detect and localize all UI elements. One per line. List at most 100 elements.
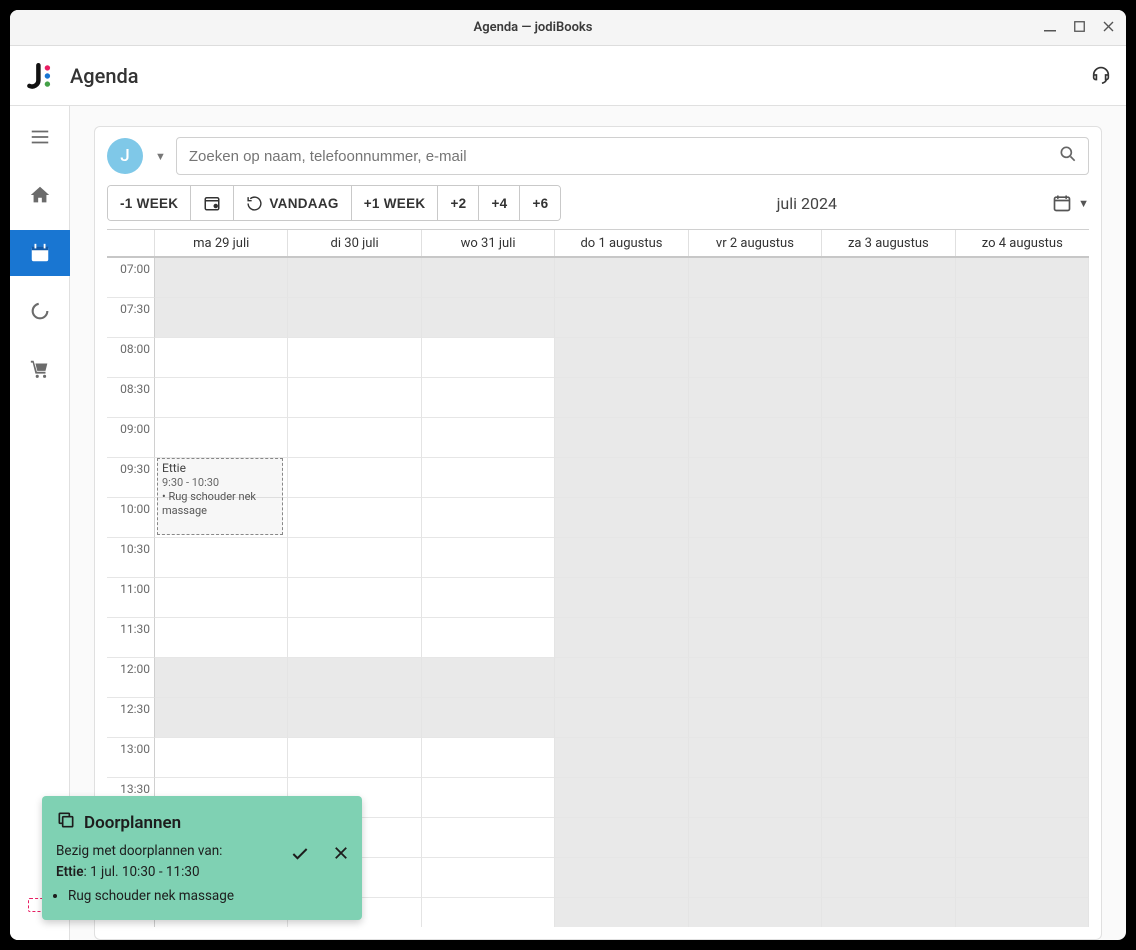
calendar-cell[interactable]: [555, 338, 688, 378]
calendar-cell[interactable]: [956, 338, 1089, 378]
calendar-cell[interactable]: [555, 618, 688, 658]
calendar-cell[interactable]: [288, 418, 421, 458]
calendar-cell[interactable]: [956, 498, 1089, 538]
calendar-cell[interactable]: [288, 578, 421, 618]
calendar-cell[interactable]: [555, 458, 688, 498]
calendar-cell[interactable]: [822, 458, 955, 498]
calendar-cell[interactable]: [422, 738, 555, 778]
calendar-cell[interactable]: [422, 418, 555, 458]
calendar-cell[interactable]: [422, 458, 555, 498]
calendar-cell[interactable]: [956, 898, 1089, 927]
calendar-cell[interactable]: [555, 258, 688, 298]
calendar-cell[interactable]: [155, 378, 288, 418]
calendar-cell[interactable]: [288, 538, 421, 578]
calendar-cell[interactable]: [822, 738, 955, 778]
calendar-cell[interactable]: [422, 778, 555, 818]
calendar-cell[interactable]: [288, 298, 421, 338]
calendar-cell[interactable]: [689, 578, 822, 618]
plus6-button[interactable]: +6: [520, 186, 560, 220]
calendar-cell[interactable]: [689, 698, 822, 738]
calendar-cell[interactable]: [689, 658, 822, 698]
calendar-cell[interactable]: [956, 298, 1089, 338]
calendar-cell[interactable]: [288, 258, 421, 298]
calendar-cell[interactable]: [822, 418, 955, 458]
calendar-cell[interactable]: [288, 378, 421, 418]
calendar-cell[interactable]: [555, 698, 688, 738]
calendar-cell[interactable]: [555, 778, 688, 818]
calendar-cell[interactable]: [422, 258, 555, 298]
calendar-cell[interactable]: [422, 298, 555, 338]
calendar-icon[interactable]: [10, 230, 70, 276]
calendar-cell[interactable]: [822, 778, 955, 818]
calendar-cell[interactable]: [689, 498, 822, 538]
calendar-cell[interactable]: [822, 578, 955, 618]
prev-week-button[interactable]: -1 WEEK: [108, 186, 191, 220]
calendar-cell[interactable]: [555, 498, 688, 538]
calendar-cell[interactable]: [956, 458, 1089, 498]
calendar-cell[interactable]: [422, 578, 555, 618]
calendar-cell[interactable]: [956, 738, 1089, 778]
calendar-cell[interactable]: [555, 898, 688, 927]
avatar[interactable]: J: [107, 138, 143, 174]
calendar-cell[interactable]: [422, 618, 555, 658]
calendar-cell[interactable]: [956, 658, 1089, 698]
calendar-cell[interactable]: [155, 658, 288, 698]
calendar-cell[interactable]: [956, 258, 1089, 298]
calendar-cell[interactable]: [422, 538, 555, 578]
support-icon[interactable]: [1090, 63, 1112, 89]
calendar-cell[interactable]: [288, 498, 421, 538]
avatar-dropdown-icon[interactable]: ▼: [155, 150, 166, 163]
calendar-cell[interactable]: [422, 658, 555, 698]
calendar-cell[interactable]: [155, 618, 288, 658]
calendar-cell[interactable]: [555, 418, 688, 458]
calendar-cell[interactable]: [956, 618, 1089, 658]
calendar-cell[interactable]: [822, 658, 955, 698]
calendar-cell[interactable]: [155, 578, 288, 618]
calendar-cell[interactable]: [956, 378, 1089, 418]
calendar-cell[interactable]: [288, 738, 421, 778]
calendar-cell[interactable]: [956, 858, 1089, 898]
calendar-cell[interactable]: [288, 338, 421, 378]
calendar-cell[interactable]: [689, 818, 822, 858]
plus4-button[interactable]: +4: [479, 186, 520, 220]
calendar-cell[interactable]: [822, 698, 955, 738]
today-button[interactable]: VANDAAG: [234, 186, 351, 220]
calendar-cell[interactable]: [689, 298, 822, 338]
calendar-cell[interactable]: [555, 818, 688, 858]
calendar-cell[interactable]: [822, 498, 955, 538]
calendar-cell[interactable]: [956, 818, 1089, 858]
hamburger-menu-icon[interactable]: [10, 114, 70, 160]
calendar-cell[interactable]: [155, 538, 288, 578]
calendar-cell[interactable]: [422, 378, 555, 418]
calendar-cell[interactable]: [288, 698, 421, 738]
calendar-cell[interactable]: [822, 538, 955, 578]
calendar-cell[interactable]: [956, 418, 1089, 458]
drag-event-ghost[interactable]: Ettie 9:30 - 10:30 • Rug schouder nek ma…: [157, 458, 283, 535]
calendar-cell[interactable]: [689, 778, 822, 818]
calendar-cell[interactable]: [422, 698, 555, 738]
calendar-cell[interactable]: [689, 858, 822, 898]
date-picker-button[interactable]: [191, 186, 234, 220]
toast-cancel-button[interactable]: [332, 844, 350, 869]
progress-icon[interactable]: [10, 288, 70, 334]
toast-confirm-button[interactable]: [290, 844, 310, 869]
calendar-cell[interactable]: [822, 258, 955, 298]
search-icon[interactable]: [1058, 144, 1078, 168]
calendar-cell[interactable]: [822, 618, 955, 658]
calendar-cell[interactable]: [155, 258, 288, 298]
plus2-button[interactable]: +2: [438, 186, 479, 220]
calendar-cell[interactable]: [555, 298, 688, 338]
calendar-cell[interactable]: [555, 578, 688, 618]
calendar-cell[interactable]: [822, 338, 955, 378]
calendar-cell[interactable]: [689, 418, 822, 458]
calendar-cell[interactable]: [956, 698, 1089, 738]
calendar-cell[interactable]: [689, 378, 822, 418]
calendar-cell[interactable]: [822, 298, 955, 338]
calendar-cell[interactable]: [956, 538, 1089, 578]
calendar-cell[interactable]: [689, 258, 822, 298]
calendar-cell[interactable]: [155, 418, 288, 458]
calendar-cell[interactable]: [555, 858, 688, 898]
calendar-cell[interactable]: [422, 818, 555, 858]
calendar-cell[interactable]: [422, 858, 555, 898]
calendar-cell[interactable]: [822, 378, 955, 418]
